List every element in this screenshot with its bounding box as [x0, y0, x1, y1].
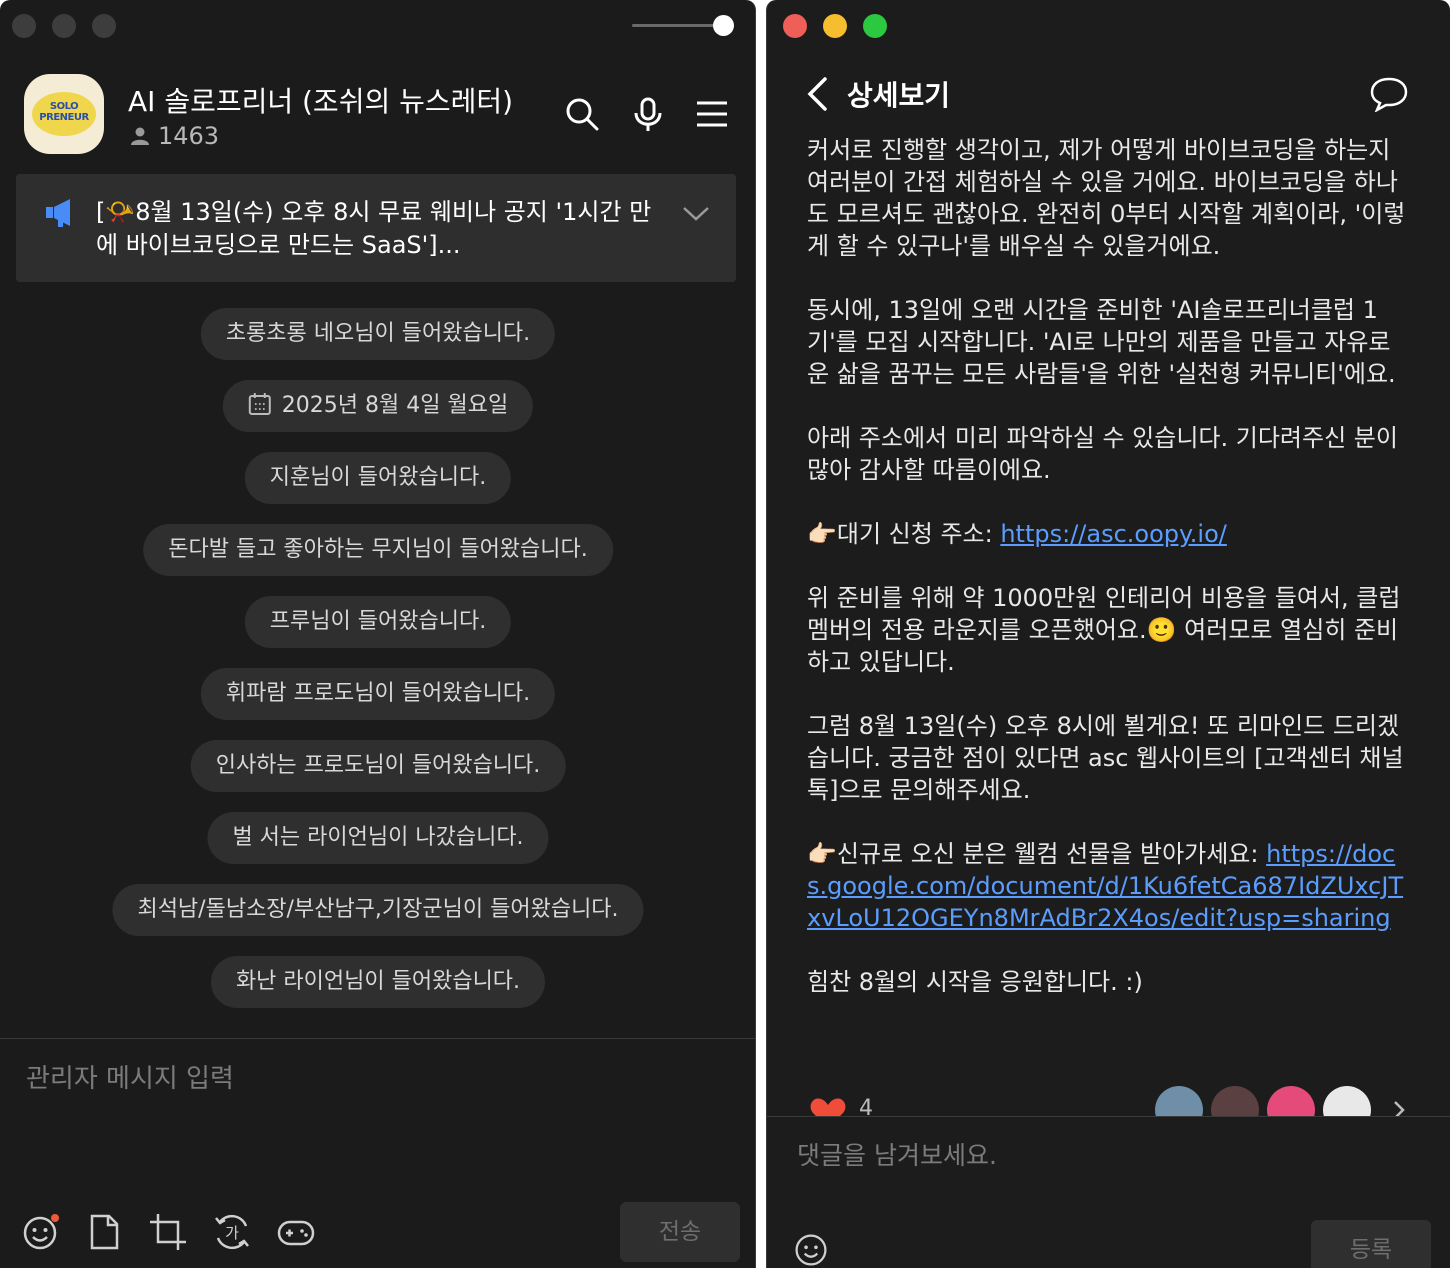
- post-paragraph: 아래 주소에서 미리 파악하실 수 있습니다. 기다려주신 분이 많아 감사할 …: [807, 424, 1398, 484]
- capture-icon[interactable]: [148, 1212, 188, 1252]
- reactor-avatar[interactable]: [1323, 1086, 1371, 1116]
- back-icon[interactable]: [805, 76, 829, 112]
- heart-icon[interactable]: [809, 1096, 847, 1116]
- file-icon[interactable]: [84, 1212, 124, 1252]
- detail-window: 상세보기 커서로 진행할 생각이고, 제가 어떻게 바이브코딩을 하는지 여러분…: [766, 0, 1450, 1268]
- menu-icon[interactable]: [694, 96, 730, 132]
- reactor-avatar[interactable]: [1267, 1086, 1315, 1116]
- search-icon[interactable]: [564, 96, 600, 132]
- input-divider: [0, 1038, 755, 1039]
- channel-title[interactable]: AI 솔로프리너 (조쉬의 뉴스레터): [128, 80, 513, 120]
- member-count-value: 1463: [158, 122, 220, 150]
- opacity-slider[interactable]: [632, 24, 724, 27]
- post-paragraph: 그럼 8월 13일(수) 오후 8시에 뵐게요! 또 리마인드 드리겠습니다. …: [807, 712, 1404, 804]
- emoji-icon[interactable]: [793, 1232, 829, 1268]
- waitlist-link[interactable]: https://asc.oopy.io/: [1000, 520, 1227, 548]
- pinned-notice[interactable]: [📯8월 13일(수) 오후 8시 무료 웨비나 공지 '1시간 만에 바이브코…: [16, 174, 736, 282]
- translate-icon[interactable]: 가: [212, 1212, 252, 1252]
- post-paragraph: 힘찬 8월의 시작을 응원합니다. :): [807, 968, 1143, 996]
- post-paragraph: 동시에, 13일에 오랜 시간을 준비한 'AI솔로프리너클럽 1기'를 모집 …: [807, 296, 1396, 388]
- message-input[interactable]: 관리자 메시지 입력: [26, 1058, 234, 1095]
- svg-text:가: 가: [225, 1224, 239, 1242]
- reactor-avatar[interactable]: [1211, 1086, 1259, 1116]
- post-body: 커서로 진행할 생각이고, 제가 어떻게 바이브코딩을 하는지 여러분이 간접 …: [807, 134, 1407, 1030]
- channel-avatar[interactable]: SOLO PRENEUR: [24, 74, 104, 154]
- opacity-slider-knob[interactable]: [713, 15, 734, 36]
- system-message: 휘파람 프로도님이 들어왔습니다.: [200, 668, 556, 720]
- smile-emoji-icon: 🙂: [1146, 616, 1177, 644]
- gift-prefix: 👉🏻신규로 오신 분은 웰컴 선물을 받아가세요:: [807, 840, 1267, 868]
- member-count[interactable]: 1463: [130, 122, 219, 150]
- calendar-icon: [248, 393, 271, 415]
- window-minimize-button[interactable]: [823, 14, 847, 38]
- waitlist-line: 👉🏻대기 신청 주소: https://asc.oopy.io/: [807, 518, 1407, 550]
- chevron-down-icon[interactable]: [680, 204, 712, 224]
- system-message: 최석남/돌남소장/부산남구,기장군님이 들어왔습니다.: [112, 884, 644, 936]
- system-message: 돈다발 들고 좋아하는 무지님이 들어왔습니다.: [143, 524, 613, 576]
- logo-text-solo: SOLO: [49, 101, 79, 112]
- comment-divider: [767, 1116, 1450, 1117]
- window-close-button[interactable]: [12, 14, 36, 38]
- register-button[interactable]: 등록: [1311, 1220, 1431, 1268]
- like-count: 4: [859, 1096, 873, 1116]
- chevron-right-icon[interactable]: [1391, 1100, 1407, 1116]
- window-zoom-button[interactable]: [863, 14, 887, 38]
- post-paragraph: 커서로 진행할 생각이고, 제가 어떻게 바이브코딩을 하는지 여러분이 간접 …: [807, 136, 1406, 260]
- system-message: 초롱초롱 네오님이 들어왔습니다.: [200, 308, 556, 360]
- waitlist-prefix: 👉🏻대기 신청 주소:: [807, 520, 1001, 548]
- window-minimize-button[interactable]: [52, 14, 76, 38]
- window-close-button[interactable]: [783, 14, 807, 38]
- send-button[interactable]: 전송: [620, 1202, 740, 1262]
- date-text: 2025년 8월 4일 월요일: [281, 393, 509, 418]
- reactor-avatar[interactable]: [1155, 1086, 1203, 1116]
- microphone-icon[interactable]: [630, 96, 666, 132]
- date-separator: 2025년 8월 4일 월요일: [222, 380, 534, 432]
- page-title: 상세보기: [847, 79, 951, 112]
- lounge-paragraph: 위 준비를 위해 약 1000만원 인테리어 비용을 들여서, 클럽 멤버의 전…: [807, 582, 1407, 678]
- reaction-bar: 4: [807, 1086, 1447, 1116]
- logo-text-preneur: PRENEUR: [39, 112, 89, 123]
- system-message: 화난 라이언님이 들어왔습니다.: [210, 956, 546, 1008]
- system-message: 프루님이 들어왔습니다.: [244, 596, 512, 648]
- person-icon: [131, 127, 149, 145]
- system-message: 지훈님이 들어왔습니다.: [244, 452, 512, 504]
- window-zoom-button[interactable]: [92, 14, 116, 38]
- emoji-icon[interactable]: [20, 1212, 60, 1252]
- system-message: 인사하는 프로도님이 들어왔습니다.: [190, 740, 566, 792]
- game-controller-icon[interactable]: [276, 1212, 316, 1252]
- system-message: 벌 서는 라이언님이 나갔습니다.: [207, 812, 549, 864]
- chat-window: SOLO PRENEUR AI 솔로프리너 (조쉬의 뉴스레터) 1463 [📯…: [0, 0, 756, 1268]
- gift-line: 👉🏻신규로 오신 분은 웰컴 선물을 받아가세요: https://docs.g…: [807, 838, 1407, 934]
- comment-input[interactable]: 댓글을 남겨보세요.: [797, 1136, 997, 1172]
- megaphone-icon: [46, 199, 70, 227]
- notice-text: [📯8월 13일(수) 오후 8시 무료 웨비나 공지 '1시간 만에 바이브코…: [96, 198, 652, 259]
- comment-icon[interactable]: [1369, 76, 1409, 112]
